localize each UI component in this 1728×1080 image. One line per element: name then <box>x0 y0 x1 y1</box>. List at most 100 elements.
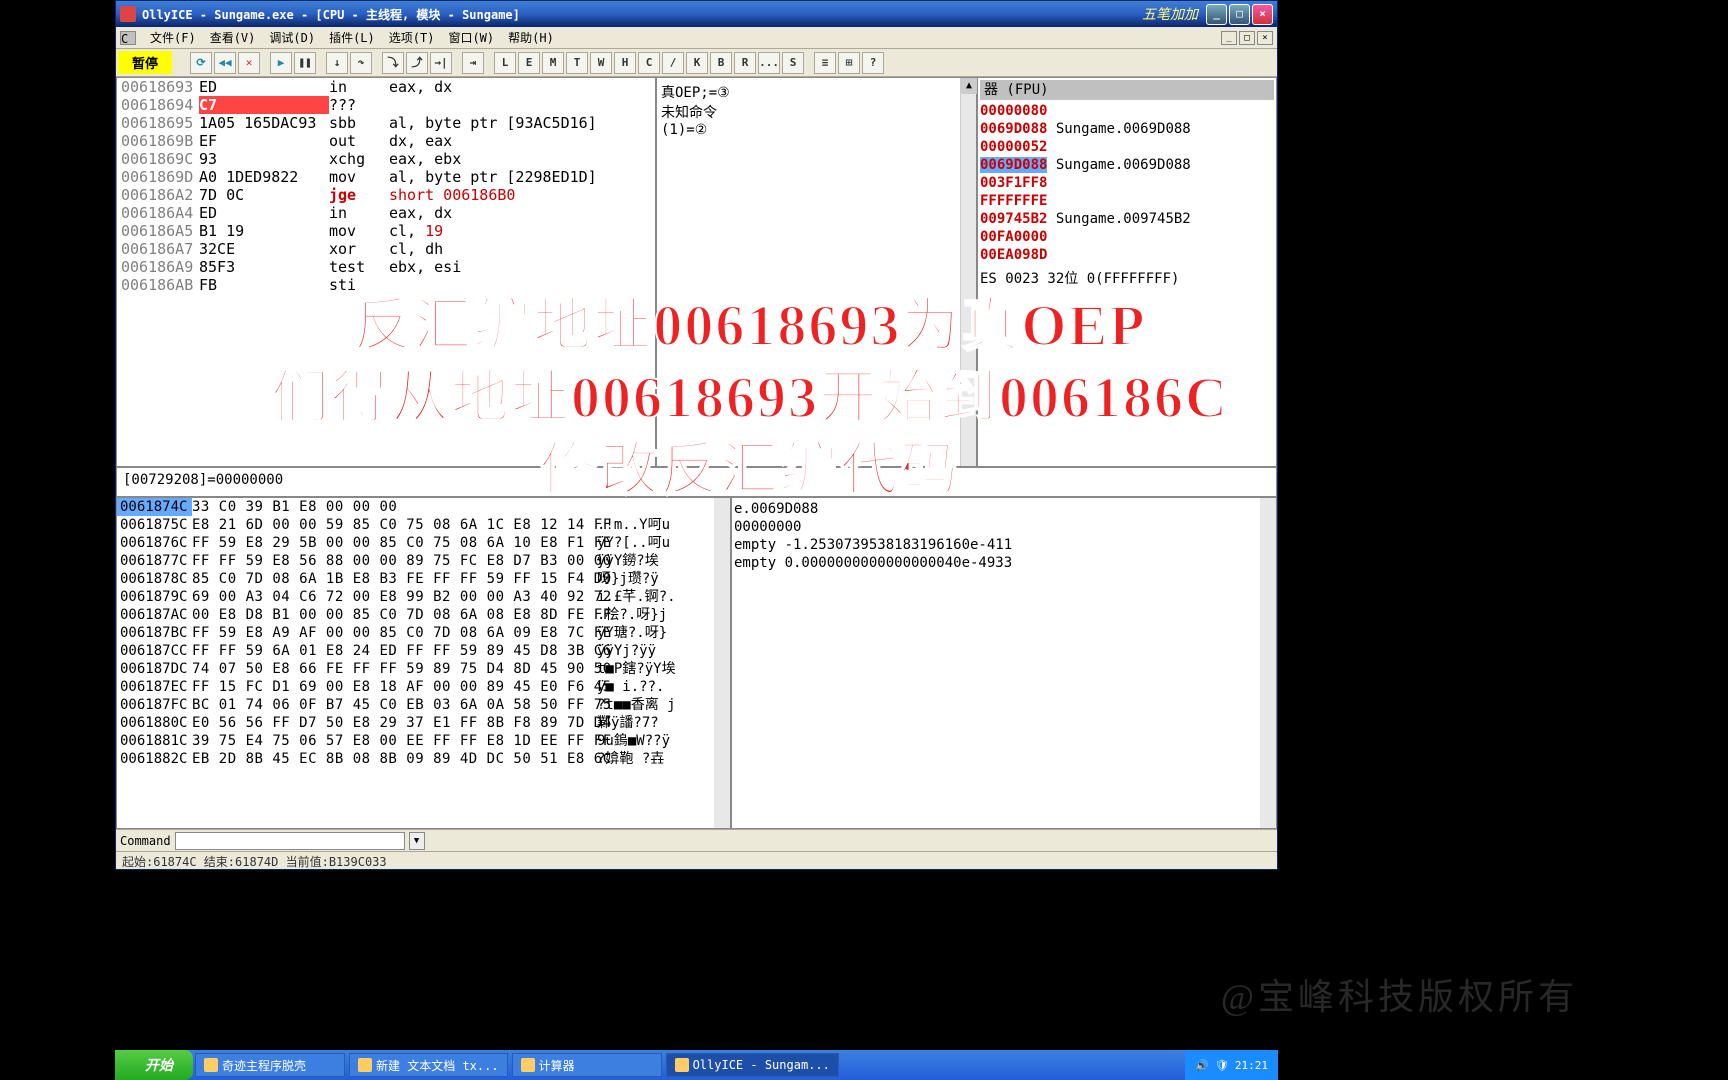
menu-window[interactable]: 窗口(W) <box>442 27 500 48</box>
menu-view[interactable]: 查看(V) <box>204 27 262 48</box>
window-h-button[interactable]: H <box>614 52 636 74</box>
step-into-button[interactable]: ↓ <box>326 52 348 74</box>
taskbar-item[interactable]: 新建 文本文档 tx... <box>349 1053 508 1077</box>
disasm-row[interactable]: 006186951A05 165DAC93sbbal, byte ptr [93… <box>117 114 655 132</box>
disassembly-pane[interactable]: 00618693EDineax, dx00618694C7???00618695… <box>116 77 656 467</box>
hex-row[interactable]: 0061875CE8 21 6D 00 00 59 85 C0 75 08 6A… <box>117 516 730 534</box>
hex-row[interactable]: 0061880CE0 56 56 FF D7 50 E8 29 37 E1 FF… <box>117 714 730 732</box>
window-k-button[interactable]: K <box>686 52 708 74</box>
window-l-button[interactable]: L <box>494 52 516 74</box>
tray-icon[interactable]: 🔊 <box>1195 1059 1209 1072</box>
menu-file[interactable]: 文件(F) <box>144 27 202 48</box>
taskbar-item[interactable]: 计算器 <box>512 1053 662 1077</box>
register-line[interactable]: 00FA0000 <box>980 228 1274 246</box>
register-line[interactable]: 00EA098D <box>980 246 1274 264</box>
step-over-button[interactable]: ↷ <box>350 52 372 74</box>
disasm-row[interactable]: 00618693EDineax, dx <box>117 78 655 96</box>
rewind-button[interactable]: ◀◀ <box>214 52 236 74</box>
system-tray[interactable]: 🔊 🛡 21:21 <box>1185 1050 1278 1080</box>
window-b-button[interactable]: B <box>710 52 732 74</box>
start-button[interactable]: 开始 <box>115 1050 193 1080</box>
mdi-minimize[interactable]: _ <box>1221 31 1237 45</box>
hex-row[interactable]: 006187ECFF 15 FC D1 69 00 E8 18 AF 00 00… <box>117 678 730 696</box>
disasm-row[interactable]: 006186A732CExorcl, dh <box>117 240 655 258</box>
register-line[interactable]: 00000080 <box>980 102 1274 120</box>
window-m-button[interactable]: M <box>542 52 564 74</box>
window-r-button[interactable]: R <box>734 52 756 74</box>
disasm-row[interactable]: 0061869DA0 1DED9822moval, byte ptr [2298… <box>117 168 655 186</box>
command-dropdown[interactable]: ▼ <box>409 832 425 850</box>
close-button[interactable]: × <box>1252 4 1273 25</box>
disasm-row[interactable]: 0061869BEFoutdx, eax <box>117 132 655 150</box>
hex-row[interactable]: 006187AC00 E8 D8 B1 00 00 85 C0 7D 08 6A… <box>117 606 730 624</box>
registers-pane[interactable]: 器 (FPU) 000000800069D088 Sungame.0069D08… <box>977 77 1277 467</box>
window-w-button[interactable]: W <box>590 52 612 74</box>
hex-row[interactable]: 0061879C69 00 A3 04 C6 72 00 E8 99 B2 00… <box>117 588 730 606</box>
window-t-button[interactable]: T <box>566 52 588 74</box>
pause-button[interactable]: ❚❚ <box>294 52 316 74</box>
disasm-row[interactable]: 0061869C93xchgeax, ebx <box>117 150 655 168</box>
hex-row[interactable]: 0061877CFF FF 59 E8 56 88 00 00 89 75 FC… <box>117 552 730 570</box>
scrollbar[interactable] <box>714 498 730 828</box>
hex-row[interactable]: 0061881C39 75 E4 75 06 57 E8 00 EE FF FF… <box>117 732 730 750</box>
menu-options[interactable]: 选项(T) <box>383 27 441 48</box>
window-...-button[interactable]: ... <box>758 52 780 74</box>
taskbar-item[interactable]: OllyICE - Sungam... <box>666 1053 839 1077</box>
disasm-row[interactable]: 006186A4EDineax, dx <box>117 204 655 222</box>
execute-till-button[interactable]: →| <box>430 52 452 74</box>
trace-over-button[interactable]: ⤴ <box>406 52 428 74</box>
stack-pane[interactable]: e.0069D08800000000empty -1.2530739538183… <box>731 497 1277 829</box>
window-s-button[interactable]: S <box>782 52 804 74</box>
menu-debug[interactable]: 调试(D) <box>263 27 321 48</box>
register-line[interactable]: FFFFFFFE <box>980 192 1274 210</box>
disasm-row[interactable]: 006186A5B1 19movcl, 19 <box>117 222 655 240</box>
disasm-row[interactable]: 00618694C7??? <box>117 96 655 114</box>
hex-row[interactable]: 0061874C33 C0 39 B1 E8 00 00 00 <box>117 498 730 516</box>
disasm-row[interactable]: 006186A27D 0Cjgeshort 006186B0 <box>117 186 655 204</box>
register-line[interactable]: 00000052 <box>980 138 1274 156</box>
register-line[interactable]: 003F1FF8 <box>980 174 1274 192</box>
register-line[interactable]: 0069D088 Sungame.0069D088 <box>980 156 1274 174</box>
help-button[interactable]: ? <box>862 52 884 74</box>
settings2-button[interactable]: ⊞ <box>838 52 860 74</box>
hex-row[interactable]: 006187CCFF FF 59 6A 01 E8 24 ED FF FF 59… <box>117 642 730 660</box>
window-e-button[interactable]: E <box>518 52 540 74</box>
scrollbar[interactable] <box>1260 498 1276 828</box>
tray-icon[interactable]: 🛡 <box>1215 1059 1229 1072</box>
register-line[interactable]: 0069D088 Sungame.0069D088 <box>980 120 1274 138</box>
comment-pane[interactable]: 真OEP;=③ 未知命令 (1)=② ▲ <box>656 77 977 467</box>
mdi-close[interactable]: × <box>1257 31 1273 45</box>
hex-row[interactable]: 006187DC74 07 50 E8 66 FE FF FF 59 89 75… <box>117 660 730 678</box>
command-input[interactable] <box>175 832 405 850</box>
maximize-button[interactable]: □ <box>1229 4 1250 25</box>
restart-button[interactable]: ⟳ <box>190 52 212 74</box>
scrollbar[interactable]: ▲ <box>960 78 976 466</box>
disasm-row[interactable]: 006186A985F3testebx, esi <box>117 258 655 276</box>
hex-row[interactable]: 006187FCBC 01 74 06 0F B7 45 C0 EB 03 6A… <box>117 696 730 714</box>
hex-row[interactable]: 006187BCFF 59 E8 A9 AF 00 00 85 C0 7D 08… <box>117 624 730 642</box>
mdi-icon[interactable]: C <box>120 31 136 45</box>
task-icon <box>358 1058 372 1072</box>
stack-line[interactable]: e.0069D088 <box>734 500 1274 518</box>
register-line[interactable]: 009745B2 Sungame.009745B2 <box>980 210 1274 228</box>
hex-row[interactable]: 0061876CFF 59 E8 29 5B 00 00 85 C0 75 08… <box>117 534 730 552</box>
taskbar: 开始 奇迹主程序脱壳新建 文本文档 tx...计算器OllyICE - Sung… <box>115 1050 1278 1080</box>
menu-help[interactable]: 帮助(H) <box>502 27 560 48</box>
trace-into-button[interactable]: ⤵ <box>382 52 404 74</box>
hex-row[interactable]: 0061882CEB 2D 8B 45 EC 8B 08 8B 09 89 4D… <box>117 750 730 768</box>
close-debug-button[interactable]: ✕ <box>238 52 260 74</box>
run-button[interactable]: ▶ <box>270 52 292 74</box>
disasm-row[interactable]: 006186ABFBsti <box>117 276 655 294</box>
hexdump-pane[interactable]: 0061874C33 C0 39 B1 E8 00 00 000061875CE… <box>116 497 731 829</box>
goto-button[interactable]: ⇥ <box>462 52 484 74</box>
window-c-button[interactable]: C <box>638 52 660 74</box>
window-/-button[interactable]: / <box>662 52 684 74</box>
hex-row[interactable]: 0061878C85 C0 7D 08 6A 1B E8 B3 FE FF FF… <box>117 570 730 588</box>
stack-line[interactable]: 00000000 <box>734 518 1274 536</box>
taskbar-item[interactable]: 奇迹主程序脱壳 <box>195 1053 345 1077</box>
app-icon <box>120 6 136 22</box>
menu-plugins[interactable]: 插件(L) <box>323 27 381 48</box>
minimize-button[interactable]: _ <box>1206 4 1227 25</box>
settings1-button[interactable]: ≡ <box>814 52 836 74</box>
mdi-restore[interactable]: □ <box>1239 31 1255 45</box>
